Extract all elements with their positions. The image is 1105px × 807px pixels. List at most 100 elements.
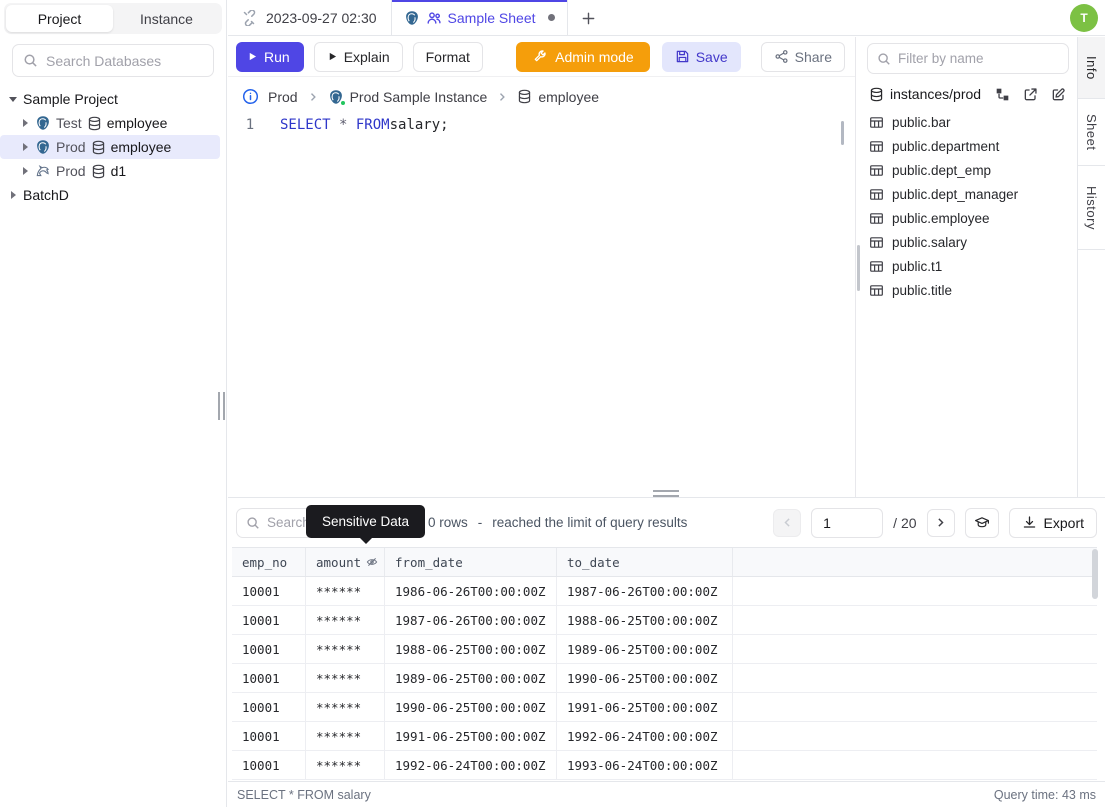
cell-from-date: 1989-06-25T00:00:00Z (385, 664, 557, 692)
page-number-input[interactable] (811, 507, 884, 538)
column-header-from-date[interactable]: from_date (385, 548, 557, 576)
table-grid-icon (869, 163, 884, 178)
cell-emp-no: 10001 (232, 722, 306, 750)
tab-project[interactable]: Project (6, 5, 113, 32)
tree-item-test-employee[interactable]: Test employee (0, 111, 220, 135)
panel-resize-handle[interactable] (857, 245, 860, 291)
sheet-tab-label: Sample Sheet (447, 9, 536, 26)
table-grid-icon (869, 235, 884, 250)
tab-info[interactable]: Info (1078, 37, 1105, 99)
new-tab-button[interactable] (574, 3, 604, 33)
cell-filler (733, 606, 1097, 634)
caret-right-icon[interactable] (20, 167, 30, 175)
tree-item-sample-project[interactable]: Sample Project (0, 87, 220, 111)
editor-scrollbar[interactable] (841, 121, 844, 145)
tree-item-prod-d1[interactable]: Prod d1 (0, 159, 220, 183)
explain-button[interactable]: Explain (313, 41, 403, 72)
database-search-input[interactable] (46, 52, 227, 69)
table-row[interactable]: 10001 ****** 1990-06-25T00:00:00Z 1991-0… (232, 693, 1097, 722)
prev-page-button[interactable] (773, 508, 802, 537)
table-list-item[interactable]: public.department (869, 134, 1077, 158)
table-list-item[interactable]: public.bar (869, 110, 1077, 134)
cell-to-date: 1992-06-24T00:00:00Z (557, 722, 733, 750)
people-icon (426, 10, 442, 26)
info-circle-icon[interactable] (242, 88, 259, 105)
editor-tab-bar: 2023-09-27 02:30 Sample Sheet T (228, 0, 1105, 36)
table-filter-input[interactable] (898, 51, 1059, 66)
sql-code-editor[interactable]: 1 SELECT * FROMsalary; (228, 115, 855, 145)
database-icon (91, 164, 106, 179)
caret-right-icon[interactable] (20, 143, 30, 151)
user-avatar[interactable]: T (1070, 4, 1098, 32)
caret-down-icon[interactable] (8, 96, 18, 102)
tab-sheet[interactable]: Sheet (1078, 99, 1105, 166)
table-list-item[interactable]: public.t1 (869, 254, 1077, 278)
query-time-text: Query time: 43 ms (993, 787, 1096, 802)
wrench-icon (532, 49, 547, 64)
export-button[interactable]: Export (1008, 507, 1097, 538)
postgres-icon (404, 10, 420, 26)
unlink-icon (242, 9, 258, 26)
column-header-to-date[interactable]: to_date (557, 548, 733, 576)
table-list-item[interactable]: public.employee (869, 206, 1077, 230)
table-name: public.department (892, 138, 1000, 154)
tree-item-batchd[interactable]: BatchD (0, 183, 220, 207)
next-page-button[interactable] (926, 508, 955, 537)
edit-icon[interactable] (1051, 87, 1066, 102)
admin-mode-label: Admin mode (555, 48, 634, 65)
breadcrumb-database[interactable]: employee (517, 89, 599, 105)
table-row[interactable]: 10001 ****** 1989-06-25T00:00:00Z 1990-0… (232, 664, 1097, 693)
table-list-item[interactable]: public.dept_manager (869, 182, 1077, 206)
row-count-info: 0 rows - reached the limit of query resu… (428, 515, 687, 530)
cell-emp-no: 10001 (232, 577, 306, 605)
table-list-item[interactable]: public.salary (869, 230, 1077, 254)
table-row[interactable]: 10001 ****** 1988-06-25T00:00:00Z 1989-0… (232, 635, 1097, 664)
data-masking-button[interactable] (964, 507, 999, 538)
caret-right-icon[interactable] (8, 191, 18, 199)
project-label: Sample Project (23, 91, 118, 107)
save-icon (675, 49, 690, 64)
cell-emp-no: 10001 (232, 635, 306, 663)
breadcrumb-environment[interactable]: Prod (268, 89, 298, 105)
table-list-item[interactable]: public.dept_emp (869, 158, 1077, 182)
format-label: Format (425, 48, 470, 65)
table-grid-icon (869, 139, 884, 154)
table-row[interactable]: 10001 ****** 1987-06-26T00:00:00Z 1988-0… (232, 606, 1097, 635)
column-header-emp-no[interactable]: emp_no (232, 548, 306, 576)
cell-amount-masked: ****** (306, 693, 385, 721)
table-list-item[interactable]: public.title (869, 278, 1077, 302)
cell-from-date: 1992-06-24T00:00:00Z (385, 751, 557, 779)
column-header-amount[interactable]: amount (306, 548, 385, 576)
table-row[interactable]: 10001 ****** 1992-06-24T00:00:00Z 1993-0… (232, 751, 1097, 780)
external-link-icon[interactable] (1023, 87, 1038, 102)
schema-diagram-icon[interactable] (995, 87, 1010, 102)
save-button[interactable]: Save (661, 41, 741, 72)
table-name: public.salary (892, 234, 968, 250)
play-icon (247, 51, 258, 62)
environment-label: Test (56, 115, 82, 131)
environment-label: Prod (56, 163, 86, 179)
share-button[interactable]: Share (760, 41, 845, 72)
admin-mode-button[interactable]: Admin mode (516, 41, 650, 72)
sidebar-resize-handle[interactable] (218, 392, 225, 420)
sensitive-data-tooltip: Sensitive Data (306, 505, 426, 544)
tab-sample-sheet[interactable]: Sample Sheet (391, 0, 568, 35)
tree-item-prod-employee[interactable]: Prod employee (0, 135, 220, 159)
cell-filler (733, 722, 1097, 750)
table-row[interactable]: 10001 ****** 1986-06-26T00:00:00Z 1987-0… (232, 577, 1097, 606)
tab-instance[interactable]: Instance (113, 5, 220, 32)
format-button[interactable]: Format (412, 41, 483, 72)
table-row[interactable]: 10001 ****** 1991-06-25T00:00:00Z 1992-0… (232, 722, 1097, 751)
run-button[interactable]: Run (236, 41, 304, 72)
project-label: BatchD (23, 187, 69, 203)
breadcrumb-instance[interactable]: Prod Sample Instance (328, 89, 487, 106)
eye-off-icon[interactable] (366, 556, 378, 568)
caret-right-icon[interactable] (20, 119, 30, 127)
tab-history[interactable]: History (1078, 166, 1105, 250)
tab-history-sheet[interactable]: 2023-09-27 02:30 (228, 0, 392, 35)
editor-toolbar: Run Explain Format Admin mode Save Share (228, 37, 855, 77)
results-scrollbar[interactable] (1092, 549, 1098, 599)
database-tree: Sample Project Test employee Prod employ… (0, 85, 226, 207)
results-resize-handle[interactable] (653, 490, 679, 497)
graduation-cap-icon (974, 515, 990, 531)
